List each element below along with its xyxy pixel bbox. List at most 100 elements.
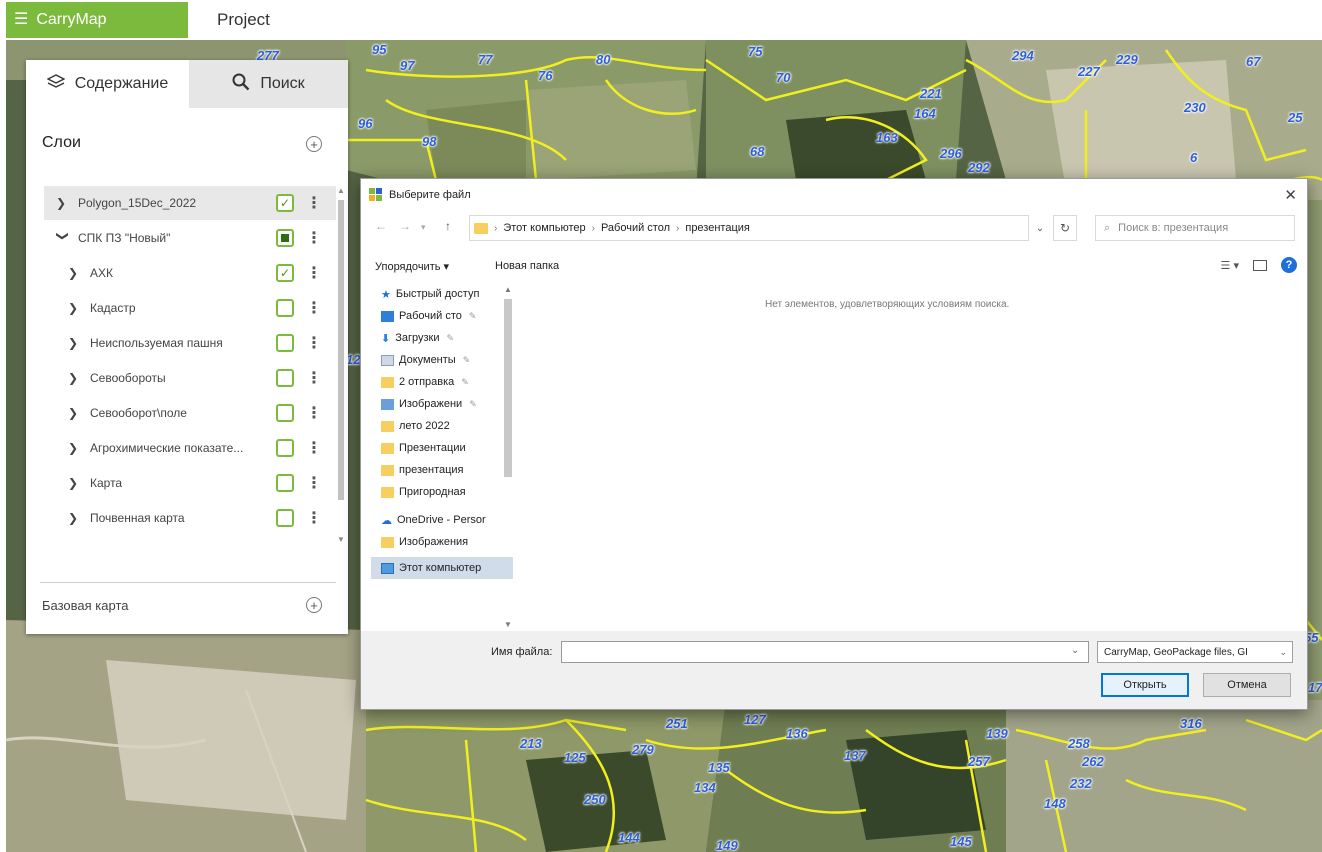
more-options-icon[interactable]: ⋮ [306,228,322,248]
filename-dropdown-icon[interactable]: ⌄ [1071,645,1079,656]
chevron-down-icon[interactable]: ❯ [56,231,70,245]
layer-row[interactable]: ❯ АХК ✓ ⋮ [44,256,336,290]
back-arrow-icon[interactable]: ← [375,219,387,233]
layer-checkbox[interactable] [276,369,294,387]
layer-row[interactable]: ❯ Агрохимические показате... ⋮ [44,431,336,465]
scrollbar-thumb[interactable] [504,299,512,477]
up-arrow-icon[interactable]: ↑ [445,219,451,233]
nav-item-folder[interactable]: Пригородная [381,481,513,503]
more-options-icon[interactable]: ⋮ [306,403,322,423]
file-type-select[interactable]: CarryMap, GeoPackage files, GI ⌄ [1097,641,1293,663]
more-options-icon[interactable]: ⋮ [306,333,322,353]
nav-item-folder[interactable]: 2 отправка ✎ [381,371,513,393]
address-bar[interactable]: › Этот компьютер › Рабочий стол › презен… [469,215,1029,241]
recent-dropdown-icon[interactable]: ▾ [421,222,426,233]
layer-row[interactable]: ❯ Неиспользуемая пашня ⋮ [44,326,336,360]
scroll-down-icon[interactable]: ▼ [504,620,512,629]
nav-item-documents[interactable]: Документы ✎ [381,349,513,371]
scroll-up-icon[interactable]: ▲ [504,285,512,294]
more-options-icon[interactable]: ⋮ [306,263,322,283]
search-input[interactable]: ⌕ Поиск в: презентация [1095,215,1295,241]
chevron-right-icon[interactable]: ❯ [68,266,82,280]
nav-item-pictures[interactable]: Изображени ✎ [381,393,513,415]
nav-item-quick-access[interactable]: ★ Быстрый доступ [381,283,513,305]
tab-contents-label: Содержание [74,75,169,92]
nav-item-this-pc[interactable]: Этот компьютер [371,557,513,579]
nav-item-folder[interactable]: Презентации [381,437,513,459]
nav-item-desktop[interactable]: Рабочий сто ✎ [381,305,513,327]
view-options-icon[interactable]: ☰ ▾ [1221,259,1239,272]
layer-checkbox-checked[interactable]: ✓ [276,264,294,282]
nav-item-folder[interactable]: лето 2022 [381,415,513,437]
new-folder-button[interactable]: Новая папка [495,260,559,272]
breadcrumb-item[interactable]: презентация [685,222,750,234]
nav-item-folder[interactable]: Изображения [381,531,513,553]
more-options-icon[interactable]: ⋮ [306,473,322,493]
more-options-icon[interactable]: ⋮ [306,368,322,388]
layer-checkbox[interactable] [276,474,294,492]
empty-folder-message: Нет элементов, удовлетворяющих условиям … [765,299,1010,310]
layer-checkbox-partial[interactable] [276,229,294,247]
file-open-dialog: Выберите файл ✕ ← → ▾ ↑ › Этот компьютер… [360,178,1308,710]
parcel-label: 96 [358,116,373,131]
breadcrumb-item[interactable]: Рабочий стол [601,222,670,234]
preview-pane-icon[interactable] [1253,259,1267,271]
chevron-right-icon[interactable]: ❯ [68,406,82,420]
layer-checkbox[interactable] [276,439,294,457]
forward-arrow-icon[interactable]: → [399,219,411,233]
chevron-right-icon[interactable]: ❯ [68,301,82,315]
scroll-up-icon[interactable]: ▲ [337,186,345,195]
close-icon[interactable]: ✕ [1284,186,1297,204]
chevron-right-icon[interactable]: ❯ [68,511,82,525]
filename-input[interactable] [561,641,1089,663]
open-button[interactable]: Открыть [1101,673,1189,697]
layer-checkbox[interactable] [276,404,294,422]
breadcrumb-item[interactable]: Этот компьютер [503,222,585,234]
more-options-icon[interactable]: ⋮ [306,298,322,318]
cancel-button[interactable]: Отмена [1203,673,1291,697]
layer-row[interactable]: ❯ Карта ⋮ [44,466,336,500]
layer-row[interactable]: ❯ Почвенная карта ⋮ [44,501,336,535]
layer-row[interactable]: ❯ СПК ПЗ "Новый" ⋮ [44,221,336,255]
chevron-right-icon[interactable]: ❯ [56,196,70,210]
dialog-footer: Имя файла: ⌄ CarryMap, GeoPackage files,… [361,631,1307,709]
layer-checkbox-checked[interactable]: ✓ [276,194,294,212]
help-icon[interactable]: ? [1281,257,1297,273]
parcel-label: 17 [1308,680,1322,695]
chevron-right-icon[interactable]: ❯ [68,441,82,455]
nav-item-downloads[interactable]: ⬇ Загрузки ✎ [381,327,513,349]
nav-item-onedrive[interactable]: ☁ OneDrive - Persor [381,509,513,531]
parcel-label: 279 [632,742,654,757]
layer-checkbox[interactable] [276,299,294,317]
tab-search[interactable]: Поиск [189,60,348,108]
more-options-icon[interactable]: ⋮ [306,193,322,213]
app-menu-button[interactable]: ☰ CarryMap [6,2,188,38]
layer-checkbox[interactable] [276,334,294,352]
layer-row[interactable]: ❯ Polygon_15Dec_2022 ✓ ⋮ [44,186,336,220]
parcel-label: 258 [1068,736,1090,751]
layer-row[interactable]: ❯ Севооборот\поле ⋮ [44,396,336,430]
nav-item-label: 2 отправка [399,376,455,388]
brand-label: CarryMap [36,11,107,28]
scrollbar-thumb[interactable] [338,200,344,500]
chevron-right-icon[interactable]: ❯ [68,336,82,350]
refresh-icon[interactable]: ↻ [1053,215,1077,241]
layer-checkbox[interactable] [276,509,294,527]
chevron-right-icon[interactable]: ❯ [68,476,82,490]
layer-row[interactable]: ❯ Кадастр ⋮ [44,291,336,325]
more-options-icon[interactable]: ⋮ [306,438,322,458]
layer-list-scrollbar[interactable]: ▲ ▼ [336,186,346,544]
layer-row[interactable]: ❯ Севообороты ⋮ [44,361,336,395]
parcel-label: 75 [748,44,763,59]
navigation-scrollbar[interactable]: ▲ ▼ [503,285,513,629]
folder-icon [381,376,394,388]
address-dropdown-icon[interactable]: ⌄ [1029,215,1051,241]
tab-contents[interactable]: Содержание [26,60,189,108]
scroll-down-icon[interactable]: ▼ [337,535,345,544]
organize-button[interactable]: Упорядочить ▾ [375,260,449,273]
nav-item-folder[interactable]: презентация [381,459,513,481]
add-basemap-icon[interactable]: + [306,597,322,613]
add-layer-icon[interactable]: + [306,136,322,152]
chevron-right-icon[interactable]: ❯ [68,371,82,385]
more-options-icon[interactable]: ⋮ [306,508,322,528]
